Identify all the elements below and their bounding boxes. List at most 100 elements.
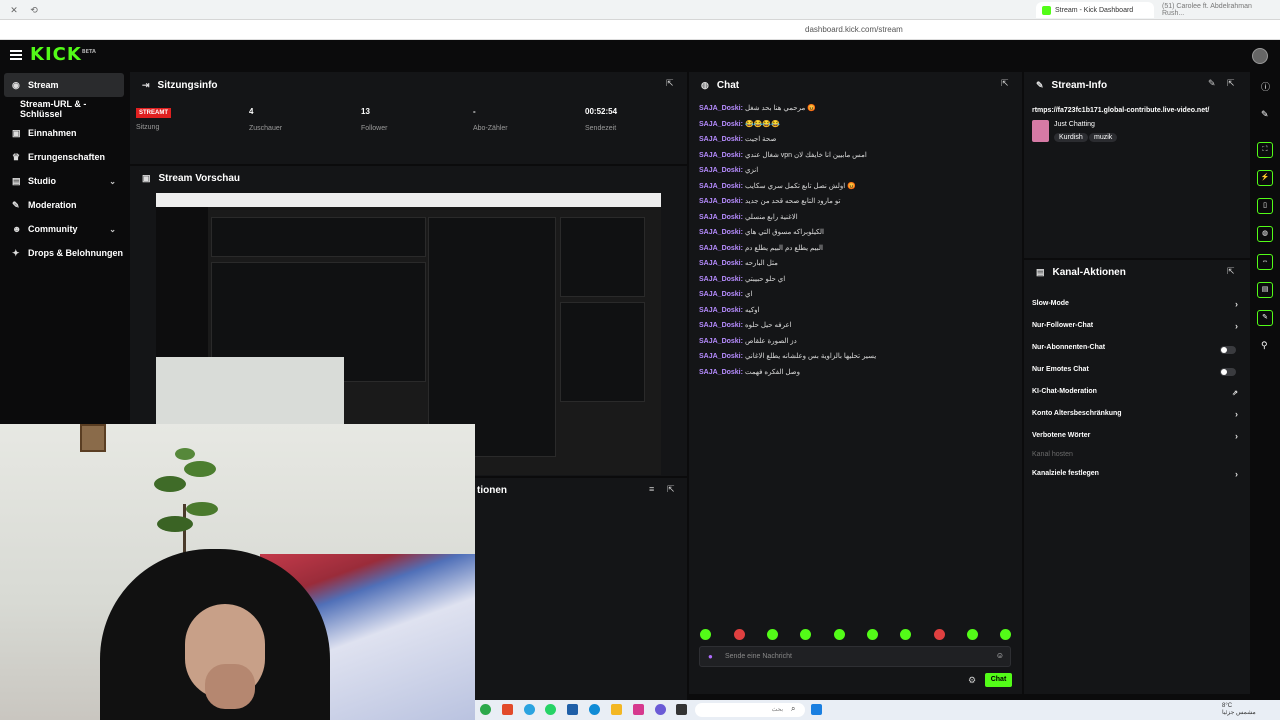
chat-username[interactable]: SAJA_Doski: <box>699 229 743 236</box>
address-bar[interactable]: dashboard.kick.com/stream <box>0 20 1280 40</box>
chat-username[interactable]: SAJA_Doski: <box>699 369 743 376</box>
chat-username[interactable]: SAJA_Doski: <box>699 183 743 190</box>
filter-icon[interactable]: ≡ <box>649 484 654 494</box>
sidebar-item-drops[interactable]: ✦ Drops & Belohnungen <box>0 241 128 265</box>
subscriber-chat-toggle[interactable] <box>1220 346 1236 354</box>
action-ai-moderation[interactable]: KI-Chat-Moderation ⇗ <box>1032 388 1238 402</box>
emote-icon[interactable] <box>767 629 778 640</box>
chat-username[interactable]: SAJA_Doski: <box>699 167 743 174</box>
telegram-icon[interactable] <box>524 704 535 715</box>
sidebar-item-moderation[interactable]: ✎ Moderation <box>0 193 128 217</box>
app-icon[interactable] <box>676 704 687 715</box>
popout-icon[interactable]: ⇱ <box>1227 266 1235 277</box>
history-icon[interactable]: ⟲ <box>28 4 40 16</box>
emoji-icon[interactable]: ☺ <box>996 651 1004 660</box>
chat-username[interactable]: SAJA_Doski: <box>699 198 743 205</box>
chat-send-button[interactable]: Chat <box>985 673 1012 687</box>
chat-username[interactable]: SAJA_Doski: <box>699 260 743 267</box>
people-icon: ☻ <box>12 224 22 234</box>
emote-icon[interactable] <box>834 629 845 640</box>
lightning-icon[interactable]: ⚡ <box>1257 170 1273 186</box>
edit-icon[interactable]: ✎ <box>1208 78 1216 89</box>
folder-icon[interactable] <box>611 704 622 715</box>
emote-icon[interactable] <box>700 629 711 640</box>
info-icon[interactable]: ⓘ <box>1261 80 1270 93</box>
chat-settings-icon[interactable]: ⚙ <box>968 675 976 686</box>
app-icon[interactable] <box>480 704 491 715</box>
windows-start-icon[interactable] <box>811 704 822 715</box>
emotes-chat-toggle[interactable] <box>1220 368 1236 376</box>
chat-input[interactable]: ● Sende eine Nachricht ☺ <box>699 646 1011 667</box>
chat-username[interactable]: SAJA_Doski: <box>699 338 743 345</box>
browser-tab-other[interactable]: (51) Carolee ft. Abdelrahman Rush... <box>1156 2 1280 18</box>
avatar[interactable] <box>1252 48 1268 64</box>
popout-icon[interactable]: ⇱ <box>666 78 674 89</box>
action-slow-mode[interactable]: Slow-Mode › <box>1032 299 1238 314</box>
chat-username[interactable]: SAJA_Doski: <box>699 276 743 283</box>
popout-icon[interactable]: ⇱ <box>1227 78 1235 89</box>
chat-username[interactable]: SAJA_Doski: <box>699 136 743 143</box>
edit-icon[interactable]: ✎ <box>1261 109 1269 120</box>
chat-username[interactable]: SAJA_Doski: <box>699 291 743 298</box>
list-icon[interactable]: ▤ <box>1257 282 1273 298</box>
wrench-icon[interactable]: ✎ <box>1257 310 1273 326</box>
emote-icon[interactable] <box>967 629 978 640</box>
chat-message-text: شغال عندي vpn امس مابيين انا خايفك لان <box>744 151 867 159</box>
weather-widget[interactable]: 8°C مشمس جزئيا <box>1222 703 1256 716</box>
chat-username[interactable]: SAJA_Doski: <box>699 214 743 221</box>
sidebar-item-studio[interactable]: ▤ Studio ⌄ <box>0 169 128 193</box>
chat-message: SAJA_Doski: الكيلوبراكه مسوق التي هاي <box>699 228 824 236</box>
emote-icon[interactable] <box>934 629 945 640</box>
sidebar-item-einnahmen[interactable]: ▣ Einnahmen <box>0 121 128 145</box>
chat-username[interactable]: SAJA_Doski: <box>699 307 743 314</box>
app-icon[interactable] <box>655 704 666 715</box>
chat-message: SAJA_Doski: الاغنية رابع منسلي <box>699 213 798 221</box>
taskbar-search-input[interactable]: بحث <box>695 703 805 717</box>
emote-icon[interactable] <box>734 629 745 640</box>
action-follower-chat[interactable]: Nur-Follower-Chat › <box>1032 321 1238 336</box>
tag-kurdish: Kurdish <box>1054 133 1088 142</box>
edge-icon[interactable] <box>589 704 600 715</box>
sidebar-item-community[interactable]: ☻ Community ⌄ <box>0 217 128 241</box>
action-channel-goals[interactable]: Kanalziele festlegen › <box>1032 469 1238 484</box>
sidebar-item-stream[interactable]: ◉ Stream <box>4 73 124 97</box>
sidebar-item-stream-url[interactable]: Stream-URL & -Schlüssel <box>0 97 128 121</box>
browser-tab-active[interactable]: Stream - Kick Dashboard <box>1036 2 1154 18</box>
sidebar-item-errungenschaften[interactable]: ♛ Errungenschaften <box>0 145 128 169</box>
chevron-down-icon[interactable]: ⌄ <box>109 177 116 186</box>
chat-message: SAJA_Doski: اعرفه حيل حلوه <box>699 321 792 329</box>
stat-followers: 13 Follower <box>361 107 387 132</box>
chat-username[interactable]: SAJA_Doski: <box>699 105 743 112</box>
layout-icon[interactable]: ⛶ <box>1257 142 1273 158</box>
chat-message: SAJA_Doski: صحة اجيت <box>699 135 776 143</box>
emote-icon[interactable] <box>867 629 878 640</box>
sidebar-item-label: Community <box>28 224 78 234</box>
instagram-icon[interactable] <box>633 704 644 715</box>
action-banned-words[interactable]: Verbotene Wörter › <box>1032 431 1238 446</box>
brave-icon[interactable] <box>502 704 513 715</box>
popout-icon[interactable]: ⇱ <box>1001 78 1009 89</box>
hamburger-menu-icon[interactable] <box>10 50 22 60</box>
close-icon[interactable]: ✕ <box>8 4 20 16</box>
popout-icon[interactable]: ⇱ <box>667 484 675 495</box>
chat-username[interactable]: SAJA_Doski: <box>699 245 743 252</box>
document-icon[interactable]: ▯ <box>1257 198 1273 214</box>
whatsapp-icon[interactable] <box>545 704 556 715</box>
emote-icon[interactable] <box>900 629 911 640</box>
link-icon[interactable]: ⇔ <box>1257 254 1273 270</box>
app-icon[interactable] <box>567 704 578 715</box>
chat-username[interactable]: SAJA_Doski: <box>699 322 743 329</box>
chat-username[interactable]: SAJA_Doski: <box>699 152 743 159</box>
mic-icon[interactable]: ● <box>708 652 713 661</box>
share-icon[interactable]: ⚲ <box>1261 340 1268 351</box>
emote-icon[interactable] <box>800 629 811 640</box>
action-age-restriction[interactable]: Konto Altersbeschränkung › <box>1032 409 1238 424</box>
chat-message-text: اي <box>744 291 753 298</box>
chat-message-text: الكيلوبراكه مسوق التي هاي <box>744 229 825 236</box>
chevron-down-icon[interactable]: ⌄ <box>109 225 116 234</box>
chat-bubble-icon[interactable]: ◍ <box>1257 226 1273 242</box>
chat-username[interactable]: SAJA_Doski: <box>699 121 743 128</box>
kick-logo[interactable]: KICKBETA <box>30 44 96 65</box>
emote-icon[interactable] <box>1000 629 1011 640</box>
chat-username[interactable]: SAJA_Doski: <box>699 353 743 360</box>
